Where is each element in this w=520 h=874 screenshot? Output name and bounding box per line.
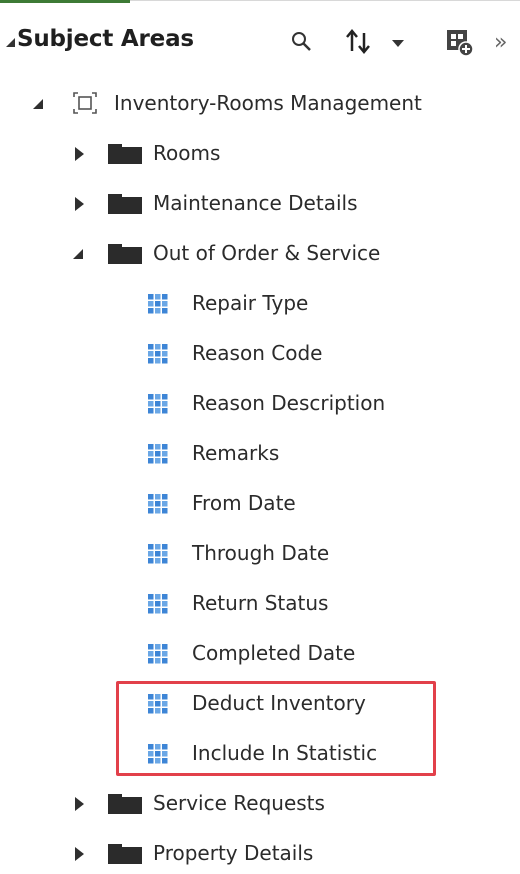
folder-icon [108,244,142,264]
tree-folder-rooms[interactable]: Rooms [0,134,520,174]
folder-icon [108,194,142,214]
tree-folder-property-details[interactable]: Property Details [0,834,520,874]
tree-node-label: Reason Description [192,391,386,415]
tree-column-item[interactable]: Reason Description [0,384,520,424]
tree-node-label: Reason Code [192,341,323,365]
search-icon [292,32,311,51]
tree-node-inventory-rooms-management[interactable]: Inventory-Rooms Management [0,84,520,124]
search-button[interactable] [288,26,318,58]
add-subject-area-button[interactable] [444,26,476,58]
tree-folder-maintenance-details[interactable]: Maintenance Details [0,184,520,224]
collapsed-triangle-icon[interactable] [75,147,84,161]
tree-column-item[interactable]: Repair Type [0,284,520,324]
tree-node-label: Through Date [192,541,330,565]
folder-icon [108,794,142,814]
tree-node-label: Rooms [153,141,221,165]
subject-areas-header: Subject Areas » [0,0,520,80]
panel-title: Subject Areas [17,26,194,52]
sort-icon [346,29,370,54]
collapsed-triangle-icon[interactable] [75,847,84,861]
sort-button[interactable] [344,26,414,58]
folder-icon [108,844,142,864]
tree-node-label: Property Details [153,841,314,865]
tree-node-label: Repair Type [192,291,309,315]
collapsed-triangle-icon[interactable] [75,797,84,811]
tree-node-label: Return Status [192,591,329,615]
column-icon [148,294,168,314]
tree-column-item[interactable]: From Date [0,484,520,524]
column-icon [148,494,168,514]
tree-column-item[interactable]: Completed Date [0,634,520,674]
column-icon [148,594,168,614]
chevron-down-icon [392,40,404,47]
tree-node-label: Maintenance Details [153,191,358,215]
tree-column-item[interactable]: Reason Code [0,334,520,374]
tree-node-label: Remarks [192,441,280,465]
tree-node-label: From Date [192,491,296,515]
double-chevron-right-icon: » [494,29,508,55]
highlight-box [116,681,436,776]
expanded-triangle-icon[interactable] [73,249,83,259]
tree-folder-out-of-order-service[interactable]: Out of Order & Service [0,234,520,274]
tree-node-label: Inventory-Rooms Management [114,91,422,115]
column-icon [148,344,168,364]
column-icon [148,394,168,414]
tree-node-label: Out of Order & Service [153,241,381,265]
tree-node-label: Completed Date [192,641,356,665]
tree-column-item[interactable]: Remarks [0,434,520,474]
collapse-triangle-icon[interactable] [6,38,15,47]
tree-column-item[interactable]: Return Status [0,584,520,624]
tree-column-item[interactable]: Through Date [0,534,520,574]
collapsed-triangle-icon[interactable] [75,197,84,211]
tree-node-label: Service Requests [153,791,325,815]
column-icon [148,544,168,564]
add-subject-area-icon [447,30,474,57]
column-icon [148,444,168,464]
more-button[interactable]: » [494,26,520,58]
tree-folder-service-requests[interactable]: Service Requests [0,784,520,824]
expanded-triangle-icon[interactable] [33,99,43,109]
folder-icon [108,144,142,164]
subject-area-icon [73,92,97,114]
column-icon [148,644,168,664]
